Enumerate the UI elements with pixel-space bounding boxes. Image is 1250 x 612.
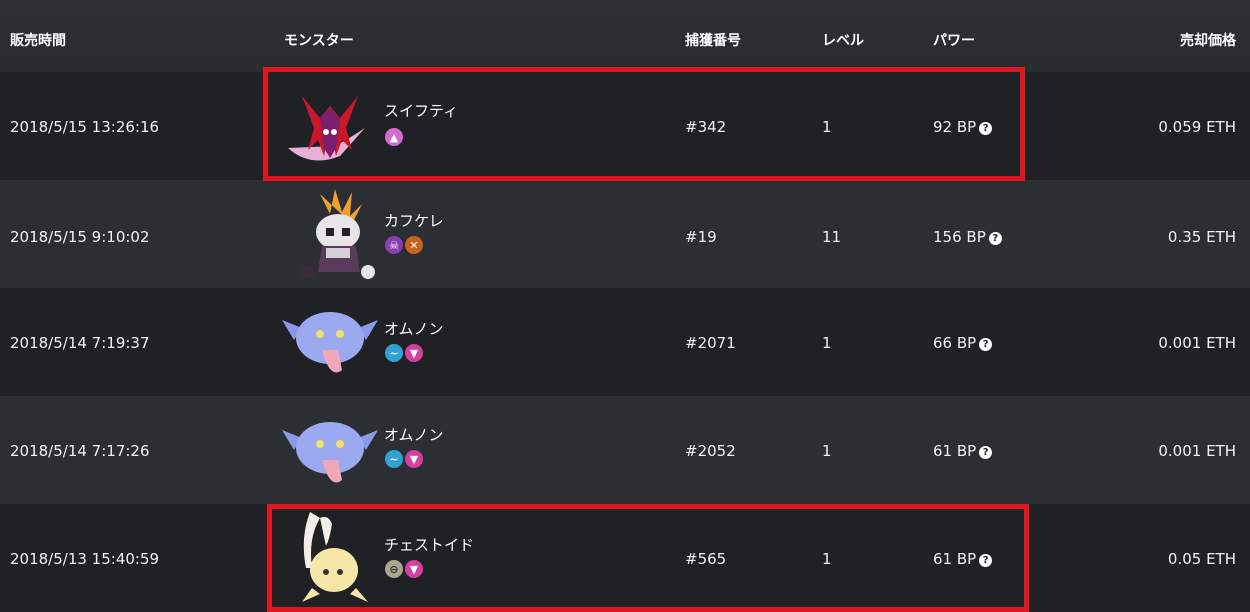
purple-skull-type-icon: ☠ xyxy=(385,236,403,254)
question-icon[interactable]: ? xyxy=(979,338,993,351)
level: 1 xyxy=(822,442,832,460)
power: 61 BP? xyxy=(933,442,993,460)
sale-time: 2018/5/15 9:10:02 xyxy=(10,228,150,246)
monster-image[interactable] xyxy=(280,400,380,500)
monster-image[interactable] xyxy=(280,290,380,390)
table-header: 販売時間 モンスター 捕獲番号 レベル パワー 売却価格 xyxy=(0,0,1250,72)
monster-types: ☠ ✕ xyxy=(385,236,423,254)
sale-time: 2018/5/13 15:40:59 xyxy=(10,550,160,568)
pink-gem-type-icon: ▼ xyxy=(405,450,423,468)
header-capture-number[interactable]: 捕獲番号 xyxy=(685,30,741,50)
table-row[interactable]: 2018/5/14 7:17:26 オムノン ~ ▼ #2052 1 61 BP… xyxy=(0,396,1250,504)
power-value: 156 BP xyxy=(933,228,986,246)
blue-wave-type-icon: ~ xyxy=(385,344,403,362)
sale-price: 0.001 ETH xyxy=(1158,442,1236,460)
sale-time: 2018/5/15 13:26:16 xyxy=(10,118,160,136)
monster-name[interactable]: オムノン xyxy=(384,318,444,339)
power: 66 BP? xyxy=(933,334,993,352)
blue-wave-type-icon: ~ xyxy=(385,450,403,468)
table-row[interactable]: 2018/5/15 9:10:02 カフケレ ☠ ✕ #19 11 156 BP… xyxy=(0,180,1250,288)
sale-price: 0.001 ETH xyxy=(1158,334,1236,352)
monster-name[interactable]: カフケレ xyxy=(384,210,444,231)
highlight-box-row-5 xyxy=(267,504,1029,612)
table-row[interactable]: 2018/5/14 7:19:37 オムノン ~ ▼ #2071 1 66 BP… xyxy=(0,288,1250,396)
sale-price: 0.35 ETH xyxy=(1167,228,1236,246)
sale-time: 2018/5/14 7:17:26 xyxy=(10,442,150,460)
power-value: 66 BP xyxy=(933,334,977,352)
power-value: 61 BP xyxy=(933,442,977,460)
sale-price: 0.059 ETH xyxy=(1158,118,1236,136)
sale-time: 2018/5/14 7:19:37 xyxy=(10,334,150,352)
pink-gem-type-icon: ▼ xyxy=(405,344,423,362)
capture-number: #2052 xyxy=(685,442,736,460)
header-sale-time[interactable]: 販売時間 xyxy=(10,30,66,50)
capture-number: #19 xyxy=(685,228,717,246)
level: 1 xyxy=(822,334,832,352)
monster-types: ~ ▼ xyxy=(385,450,423,468)
monster-image[interactable] xyxy=(290,184,390,284)
question-icon[interactable]: ? xyxy=(988,232,1002,245)
question-icon[interactable]: ? xyxy=(979,446,993,459)
capture-number: #2071 xyxy=(685,334,736,352)
header-sale-price[interactable]: 売却価格 xyxy=(1180,30,1236,50)
monster-types: ~ ▼ xyxy=(385,344,423,362)
power: 156 BP? xyxy=(933,228,1002,246)
orange-cross-type-icon: ✕ xyxy=(405,236,423,254)
header-monster[interactable]: モンスター xyxy=(284,30,354,50)
header-level[interactable]: レベル xyxy=(822,30,864,50)
sale-price: 0.05 ETH xyxy=(1167,550,1236,568)
level: 11 xyxy=(822,228,842,246)
header-power[interactable]: パワー xyxy=(933,30,975,50)
monster-name[interactable]: オムノン xyxy=(384,424,444,445)
highlight-box-row-1 xyxy=(263,67,1025,181)
